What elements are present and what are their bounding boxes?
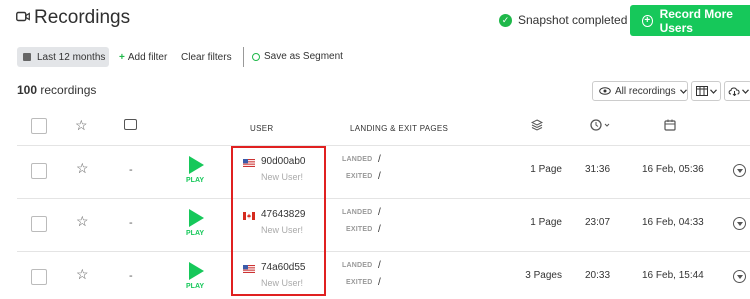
landed-label: LANDED <box>342 156 373 163</box>
chevron-down-icon <box>679 88 687 94</box>
layers-icon[interactable] <box>531 119 543 131</box>
recordings-view-label: All recordings <box>615 85 676 97</box>
row-checkbox[interactable] <box>31 269 47 285</box>
recordings-count-label: recordings <box>40 83 97 97</box>
recordings-count: 100 recordings <box>17 83 96 97</box>
calendar-icon <box>23 53 31 61</box>
play-button[interactable]: PLAY <box>186 156 208 184</box>
row-checkbox[interactable] <box>31 163 47 179</box>
snapshot-status: ✓ Snapshot completed <box>499 13 627 27</box>
recording-date: 16 Feb, 05:36 <box>642 164 704 175</box>
column-header-user[interactable]: USER <box>250 124 273 133</box>
segment-icon <box>252 52 260 61</box>
duration: 23:07 <box>585 217 611 228</box>
duration: 31:36 <box>585 164 611 175</box>
recordings-count-number: 100 <box>17 83 38 97</box>
date-range-label: Last 12 months <box>37 51 106 63</box>
exit-page[interactable]: / <box>378 277 381 288</box>
play-label: PLAY <box>186 230 205 237</box>
landed-label: LANDED <box>342 262 373 269</box>
star-icon[interactable]: ☆ <box>75 117 88 134</box>
add-filter-button[interactable]: + Add filter <box>119 52 167 63</box>
clock-icon <box>590 119 610 131</box>
play-icon <box>189 156 204 174</box>
column-header-landing-exit[interactable]: LANDING & EXIT PAGES <box>350 124 448 133</box>
play-icon <box>189 209 204 227</box>
play-icon <box>189 262 204 280</box>
select-all-checkbox[interactable] <box>31 118 47 134</box>
check-circle-icon: ✓ <box>499 13 512 27</box>
row-checkbox[interactable] <box>31 216 47 232</box>
star-icon[interactable]: ☆ <box>76 160 89 177</box>
video-camera-icon <box>16 11 30 22</box>
pages-count: 1 Page <box>530 164 562 175</box>
notes-icon <box>124 119 137 130</box>
columns-icon <box>695 86 708 96</box>
pages-count: 1 Page <box>530 217 562 228</box>
download-button[interactable] <box>724 81 750 101</box>
exited-label: EXITED <box>346 173 373 180</box>
snapshot-status-text: Snapshot completed <box>518 13 628 27</box>
exited-label: EXITED <box>346 226 373 233</box>
landing-page[interactable]: / <box>378 260 381 271</box>
exited-label: EXITED <box>346 279 373 286</box>
play-button[interactable]: PLAY <box>186 209 208 237</box>
save-as-segment-button[interactable]: Save as Segment <box>252 51 343 62</box>
notes-cell: - <box>129 164 133 176</box>
plus-circle-icon: + <box>642 14 653 27</box>
columns-button[interactable] <box>691 81 721 101</box>
exit-page[interactable]: / <box>378 224 381 235</box>
recordings-view-select[interactable]: All recordings <box>592 81 688 101</box>
star-icon[interactable]: ☆ <box>76 266 89 283</box>
recording-date: 16 Feb, 15:44 <box>642 270 704 281</box>
table-row[interactable]: ☆ - PLAY 90d00ab0 New User! LANDED / EXI… <box>0 146 750 199</box>
date-range-filter[interactable]: Last 12 months <box>17 47 109 67</box>
chevron-down-icon <box>709 88 717 94</box>
user-column-highlight <box>231 146 326 296</box>
plus-icon: + <box>119 52 125 63</box>
exit-page[interactable]: / <box>378 171 381 182</box>
landing-page[interactable]: / <box>378 154 381 165</box>
play-label: PLAY <box>186 283 205 290</box>
page-title: Recordings <box>34 7 131 28</box>
table-row[interactable]: ☆ - PLAY 47643829 New User! LANDED / EXI… <box>0 199 750 252</box>
play-button[interactable]: PLAY <box>186 262 208 290</box>
notes-cell: - <box>129 217 133 229</box>
clear-filters-button[interactable]: Clear filters <box>181 52 232 63</box>
play-label: PLAY <box>186 177 205 184</box>
record-more-users-button[interactable]: + Record More Users <box>630 5 750 36</box>
chevron-down-icon <box>741 88 749 94</box>
recording-date: 16 Feb, 04:33 <box>642 217 704 228</box>
expand-row-icon[interactable] <box>733 270 746 283</box>
landed-label: LANDED <box>342 209 373 216</box>
table-row[interactable]: ☆ - PLAY 74a60d55 New User! LANDED / EXI… <box>0 252 750 299</box>
notes-cell: - <box>129 270 133 282</box>
save-as-segment-label: Save as Segment <box>264 51 343 62</box>
record-more-users-label: Record More Users <box>659 6 733 35</box>
expand-row-icon[interactable] <box>733 217 746 230</box>
star-icon[interactable]: ☆ <box>76 213 89 230</box>
duration-sort-header[interactable] <box>590 119 612 134</box>
expand-row-icon[interactable] <box>733 164 746 177</box>
pages-count: 3 Pages <box>525 270 562 281</box>
eye-icon <box>599 87 611 95</box>
landing-page[interactable]: / <box>378 207 381 218</box>
duration: 20:33 <box>585 270 611 281</box>
calendar-icon[interactable] <box>664 119 676 131</box>
add-filter-label: Add filter <box>127 52 168 63</box>
divider <box>243 47 244 67</box>
cloud-download-icon <box>728 87 740 96</box>
